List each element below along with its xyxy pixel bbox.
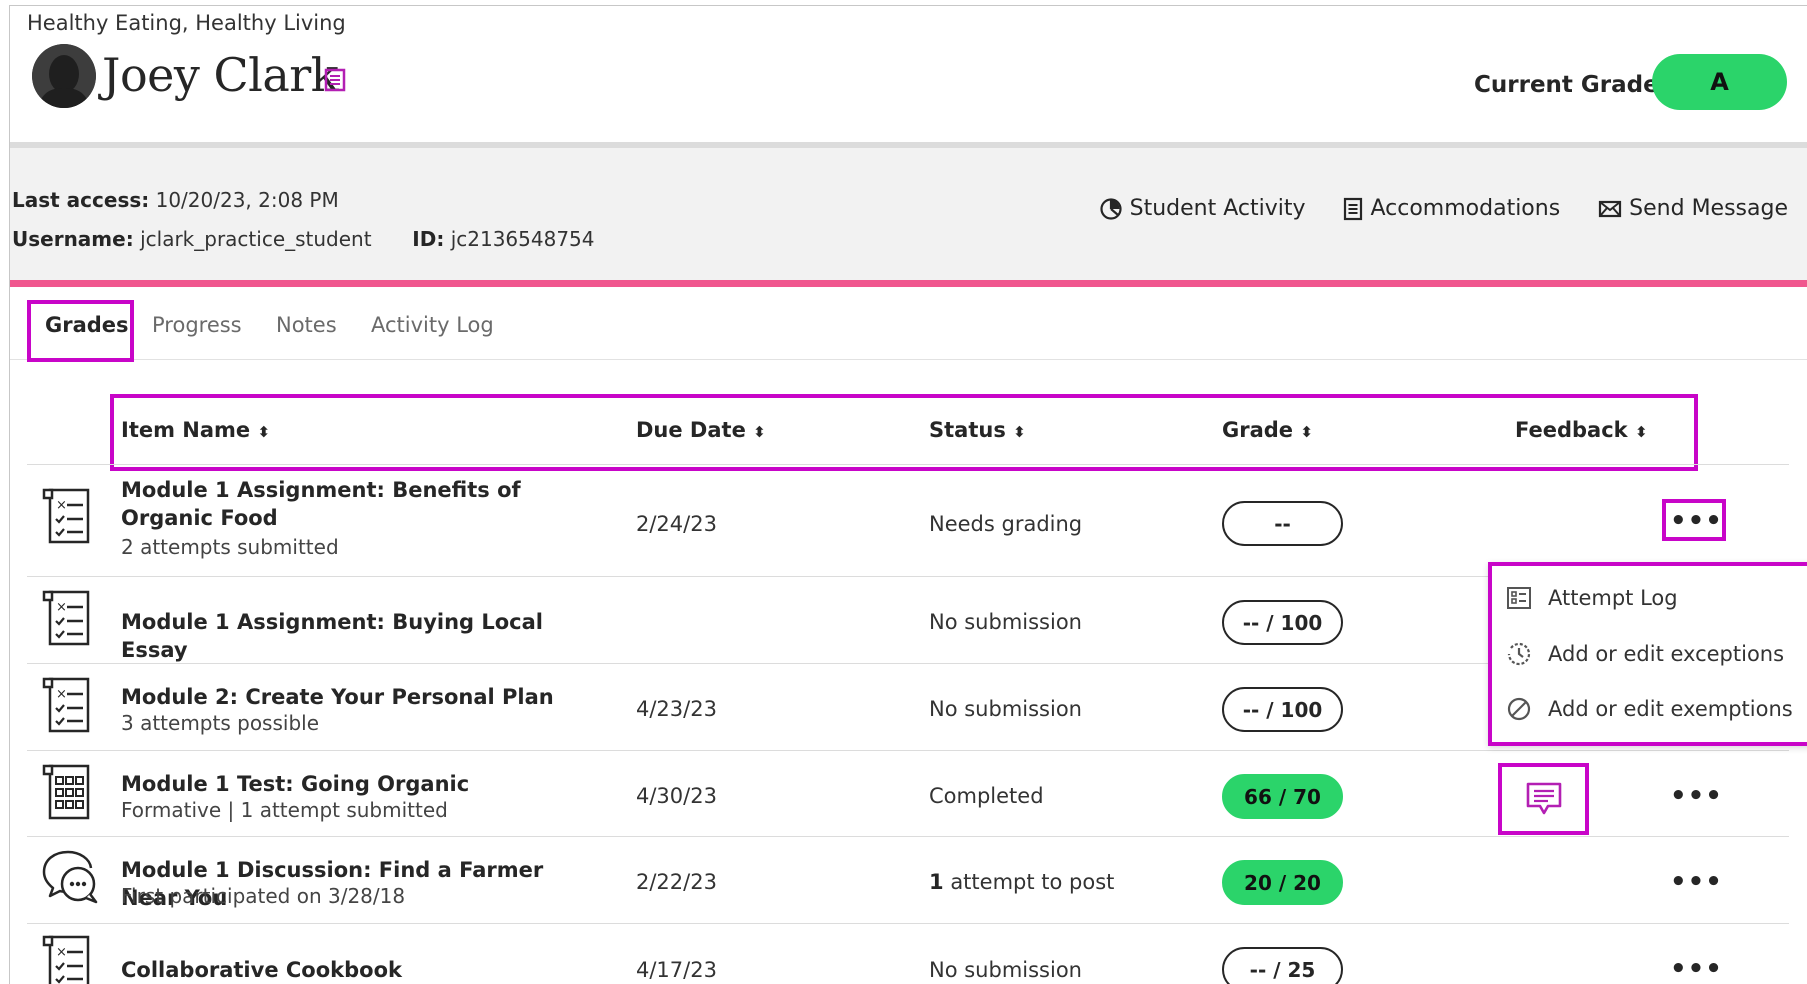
menu-item-add-exemptions[interactable]: Add or edit exemptions: [1506, 696, 1793, 722]
assignment-icon: ×: [42, 935, 90, 984]
item-name-link[interactable]: Module 2: Create Your Personal Plan: [121, 683, 591, 711]
due-date: 2/24/23: [636, 512, 717, 536]
item-subtext: Formative | 1 attempt submitted: [121, 798, 448, 822]
svg-text:×: ×: [56, 498, 67, 513]
grade-pill[interactable]: 20 / 20: [1222, 860, 1343, 905]
row-divider: [27, 750, 1789, 751]
item-subtext: First participated on 3/28/18: [121, 884, 406, 908]
tab-notes[interactable]: Notes: [276, 313, 337, 337]
avatar: [32, 44, 96, 108]
due-date: 4/17/23: [636, 958, 717, 982]
status: No submission: [929, 697, 1082, 721]
tab-progress[interactable]: Progress: [152, 313, 242, 337]
more-options-button[interactable]: •••: [1670, 869, 1723, 895]
svg-text:×: ×: [56, 945, 67, 960]
student-activity-link[interactable]: Student Activity: [1099, 196, 1305, 221]
last-access: Last access: 10/20/23, 2:08 PM: [12, 188, 339, 212]
item-name-link[interactable]: Module 1 Assignment: Buying Local Essay: [121, 608, 591, 664]
row-divider: [27, 836, 1789, 837]
row-divider: [27, 923, 1789, 924]
current-grade-label: Current Grade: [1474, 72, 1659, 98]
grade-pill[interactable]: -- / 100: [1222, 687, 1343, 732]
document-list-icon: [1344, 197, 1363, 220]
section-divider: [10, 280, 1807, 287]
due-date: 4/23/23: [636, 697, 717, 721]
person-silhouette-icon: [32, 44, 96, 108]
id-value: jc2136548754: [450, 227, 595, 251]
item-subtext: 3 attempts possible: [121, 711, 320, 735]
item-subtext: 2 attempts submitted: [121, 535, 339, 559]
svg-text:×: ×: [56, 600, 67, 615]
assignment-icon: ×: [42, 590, 90, 646]
svg-text:×: ×: [56, 687, 67, 702]
attempt-log-icon: [1507, 587, 1531, 609]
grade-pill[interactable]: -- / 100: [1222, 600, 1343, 645]
status: 1 attempt to post: [929, 870, 1115, 894]
grade-pill[interactable]: --: [1222, 501, 1343, 546]
due-date: 2/22/23: [636, 870, 717, 894]
status: No submission: [929, 610, 1082, 634]
status: Completed: [929, 784, 1044, 808]
grade-pill[interactable]: -- / 25: [1222, 947, 1343, 984]
id-label: ID:: [412, 227, 445, 251]
clock-history-icon: [1507, 642, 1531, 666]
row-divider: [27, 464, 1789, 465]
student-actions: Student Activity Accommodations Send Mes…: [1099, 196, 1788, 221]
more-options-menu: Attempt Log Add or edit exceptions Add o…: [1488, 562, 1807, 746]
course-title: Healthy Eating, Healthy Living: [27, 11, 346, 35]
item-name-link[interactable]: Collaborative Cookbook: [121, 956, 591, 984]
pie-chart-icon: [1100, 197, 1122, 220]
envelope-icon: [1599, 200, 1622, 217]
feedback-button[interactable]: [1498, 763, 1589, 835]
feedback-comment-icon: [1526, 782, 1561, 815]
send-message-link[interactable]: Send Message: [1598, 196, 1788, 221]
accommodations-link[interactable]: Accommodations: [1343, 196, 1560, 221]
test-icon: [42, 764, 90, 820]
current-grade-badge: A: [1652, 54, 1787, 110]
due-date: 4/30/23: [636, 784, 717, 808]
menu-item-add-exceptions[interactable]: Add or edit exceptions: [1506, 641, 1784, 667]
status: Needs grading: [929, 512, 1083, 536]
menu-item-attempt-log[interactable]: Attempt Log: [1506, 586, 1678, 610]
discussion-icon: [42, 850, 98, 904]
grade-pill[interactable]: 66 / 70: [1222, 774, 1343, 819]
item-name-link[interactable]: Module 1 Assignment: Benefits of Organic…: [121, 476, 591, 532]
status: No submission: [929, 958, 1082, 982]
more-options-button[interactable]: •••: [1670, 956, 1723, 982]
assignment-icon: ×: [42, 677, 90, 733]
more-options-highlight: [1662, 499, 1726, 541]
grade-detail-panel: Healthy Eating, Healthy Living Joey Clar…: [9, 5, 1807, 984]
accommodation-icon[interactable]: [324, 68, 346, 92]
column-headers-highlight: [110, 394, 1698, 471]
username-label: Username:: [12, 227, 134, 251]
more-options-button[interactable]: •••: [1670, 783, 1723, 809]
last-access-value: 10/20/23, 2:08 PM: [155, 188, 339, 212]
last-access-label: Last access:: [12, 188, 150, 212]
student-name: Joey Clark: [102, 48, 339, 102]
prohibited-icon: [1507, 697, 1531, 721]
student-header: Healthy Eating, Healthy Living Joey Clar…: [10, 6, 1807, 138]
tab-bar: Grades Progress Notes Activity Log: [10, 287, 1807, 362]
student-info: Last access: 10/20/23, 2:08 PM Username:…: [10, 142, 1807, 280]
username-row: Username: jclark_practice_student ID: jc…: [12, 227, 595, 251]
tab-activity-log[interactable]: Activity Log: [371, 313, 494, 337]
assignment-icon: ×: [42, 488, 90, 544]
tab-grades-highlight: [27, 300, 134, 362]
username-value: jclark_practice_student: [140, 227, 372, 251]
item-name-link[interactable]: Module 1 Test: Going Organic: [121, 770, 591, 798]
